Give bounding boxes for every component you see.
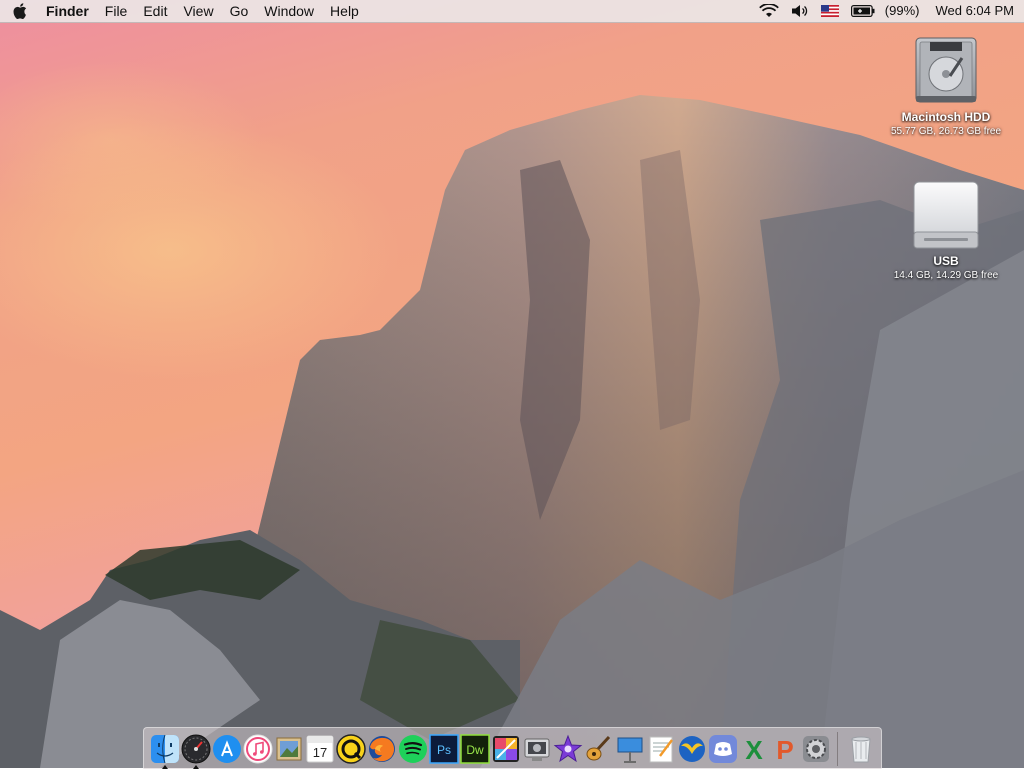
- svg-text:Ps: Ps: [437, 743, 451, 757]
- dock-item-app-store[interactable]: [212, 734, 242, 764]
- desktop-icon-label: Macintosh HDD: [901, 110, 991, 124]
- dock: 17 Ps Dw X P: [143, 727, 882, 769]
- discord-icon: [709, 735, 737, 763]
- spotify-icon: [399, 735, 427, 763]
- pages-icon: [649, 736, 673, 763]
- excel-icon: X: [745, 735, 763, 764]
- menu-file[interactable]: File: [97, 0, 136, 22]
- svg-text:Dw: Dw: [466, 743, 484, 757]
- dock-item-keynote[interactable]: [615, 734, 645, 764]
- menu-view[interactable]: View: [175, 0, 221, 22]
- desktop-icon-label: USB: [933, 254, 959, 268]
- screenshot-icon: [524, 738, 550, 761]
- dock-item-discord[interactable]: [708, 734, 738, 764]
- dock-item-finder[interactable]: [150, 734, 180, 769]
- menu-bar: Finder File Edit View Go Window Help (99…: [0, 0, 1024, 23]
- us-flag-input-icon[interactable]: [815, 0, 845, 22]
- firefox-icon: [369, 736, 395, 762]
- trash-icon: [851, 736, 871, 763]
- finder-icon: [151, 734, 179, 764]
- wifi-icon[interactable]: [753, 0, 785, 22]
- volume-icon[interactable]: [785, 0, 815, 22]
- dock-item-garageband[interactable]: [584, 734, 614, 764]
- desktop-icon-usb[interactable]: USB 14.4 GB, 14.29 GB free: [876, 180, 1016, 281]
- dock-item-pages[interactable]: [646, 734, 676, 764]
- photoshop-icon: Ps: [429, 734, 459, 764]
- dock-item-dreamweaver[interactable]: Dw: [460, 734, 490, 764]
- garageband-icon: [586, 735, 611, 761]
- menubar-clock[interactable]: Wed 6:04 PM: [923, 0, 1014, 22]
- dock-item-quicktime[interactable]: [336, 734, 366, 764]
- keynote-icon: [617, 737, 643, 763]
- menu-go[interactable]: Go: [222, 0, 257, 22]
- dock-item-dashboard[interactable]: [181, 734, 211, 769]
- desktop-icon-macintosh-hdd[interactable]: Macintosh HDD 55.77 GB, 26.73 GB free: [876, 36, 1016, 137]
- dreamweaver-icon: Dw: [460, 734, 490, 764]
- dock-item-firefox[interactable]: [367, 734, 397, 764]
- menu-edit[interactable]: Edit: [135, 0, 175, 22]
- preview-icon: [276, 737, 302, 761]
- dock-item-powerpoint[interactable]: P: [770, 734, 800, 764]
- dock-item-photoshop[interactable]: Ps: [429, 734, 459, 764]
- app-store-icon: [213, 735, 241, 763]
- dock-item-screenshot[interactable]: [522, 734, 552, 764]
- wings-icon: [679, 736, 705, 762]
- menu-window[interactable]: Window: [256, 0, 322, 22]
- apple-menu-icon[interactable]: [0, 0, 40, 22]
- dock-separator: [837, 732, 838, 766]
- imovie-icon: [553, 734, 583, 763]
- quicktime-icon: [336, 734, 366, 764]
- menu-help[interactable]: Help: [322, 0, 367, 22]
- svg-text:P: P: [776, 735, 793, 764]
- desktop-icon-info: 14.4 GB, 14.29 GB free: [893, 270, 999, 281]
- dock-item-spotify[interactable]: [398, 734, 428, 764]
- battery-percentage[interactable]: (99%): [881, 0, 924, 22]
- powerpoint-icon: P: [776, 735, 793, 764]
- running-indicator: [193, 765, 199, 769]
- dock-item-calendar[interactable]: 17: [305, 734, 335, 764]
- dock-item-wings[interactable]: [677, 734, 707, 764]
- calendar-icon: 17: [306, 735, 334, 763]
- desktop-wallpaper: [0, 0, 1024, 768]
- battery-icon[interactable]: [845, 0, 881, 22]
- menu-app-finder[interactable]: Finder: [40, 0, 97, 22]
- internal-hard-drive-icon: [915, 37, 977, 103]
- running-indicator: [162, 765, 168, 769]
- status-area: (99%) Wed 6:04 PM: [753, 0, 1024, 22]
- dock-item-trash[interactable]: [846, 734, 876, 764]
- dashboard-icon: [181, 734, 211, 764]
- desktop-icon-info: 55.77 GB, 26.73 GB free: [890, 126, 1002, 137]
- dock-item-final-cut[interactable]: [491, 734, 521, 764]
- dock-item-system-preferences[interactable]: [801, 734, 831, 764]
- dock-item-excel[interactable]: X: [739, 734, 769, 764]
- system-preferences-icon: [803, 736, 829, 762]
- dock-item-itunes[interactable]: [243, 734, 273, 764]
- dock-item-preview[interactable]: [274, 734, 304, 764]
- svg-text:X: X: [745, 735, 763, 764]
- final-cut-icon: [493, 736, 519, 762]
- dock-item-imovie[interactable]: [553, 734, 583, 764]
- itunes-icon: [243, 734, 273, 764]
- svg-text:17: 17: [313, 745, 327, 760]
- external-drive-icon: [913, 181, 979, 249]
